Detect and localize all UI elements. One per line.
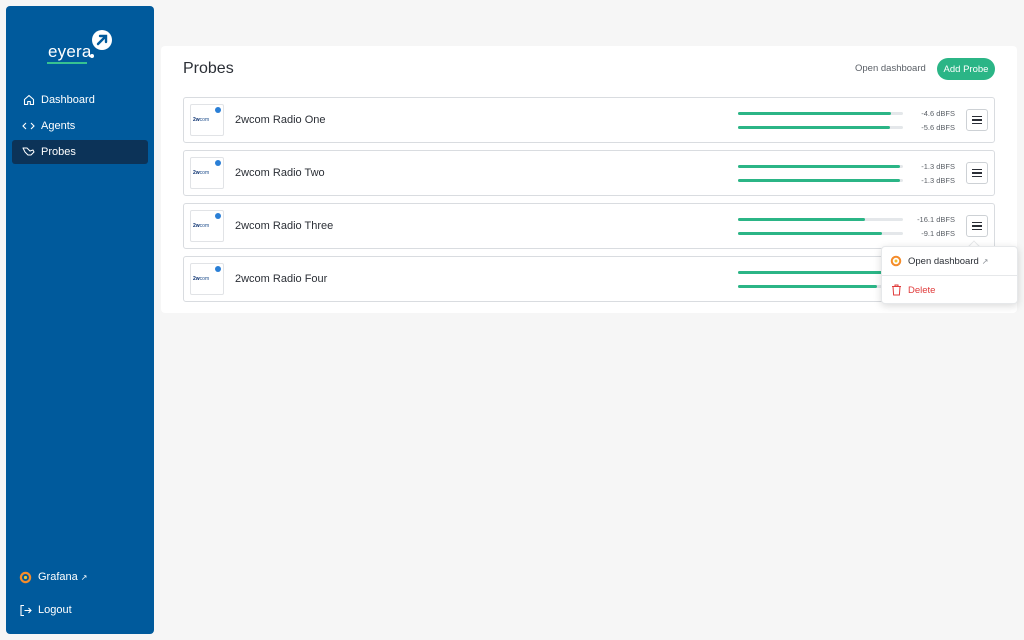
level-meter <box>738 285 903 288</box>
logout-label: Logout <box>38 604 72 616</box>
logo-mark-icon <box>92 30 112 50</box>
trash-icon <box>890 284 902 296</box>
level-meter <box>738 218 903 221</box>
add-probe-button[interactable]: Add Probe <box>937 58 995 80</box>
level-meter-fill <box>738 126 890 129</box>
level-meter-fill <box>738 285 877 288</box>
probe-row[interactable]: 2wcom 2wcom Radio Four <box>183 256 995 302</box>
hamburger-icon <box>972 115 982 118</box>
verified-badge-icon <box>215 213 221 219</box>
sidebar-nav: Dashboard Agents Probes <box>12 88 148 166</box>
row-dropdown-menu: Open dashboard ↗ Delete <box>881 246 1018 304</box>
probe-name: 2wcom Radio Two <box>235 167 325 179</box>
external-link-icon: ↗ <box>80 572 88 582</box>
sidebar-item-label: Agents <box>41 120 76 132</box>
level-meter <box>738 179 903 182</box>
level-meter <box>738 271 903 274</box>
level-meter-fill <box>738 165 900 168</box>
grafana-icon <box>18 570 32 584</box>
level-label: -9.1 dBFS <box>921 229 955 238</box>
sidebar-item-label: Probes <box>41 146 76 158</box>
level-meter <box>738 126 903 129</box>
row-menu-button[interactable] <box>966 215 988 237</box>
dropdown-open-dashboard-label: Open dashboard <box>908 255 979 267</box>
level-label: -1.3 dBFS <box>921 176 955 185</box>
code-icon <box>22 120 35 133</box>
probe-row[interactable]: 2wcom 2wcom Radio Two -1.3 dBFS -1.3 dBF… <box>183 150 995 196</box>
logo[interactable]: eyera <box>6 20 154 68</box>
dropdown-divider <box>882 275 1017 276</box>
level-meter <box>738 112 903 115</box>
thumb-logo-text: 2wcom <box>193 170 210 176</box>
sidebar: eyera Dashboard Agents Probes Grafana ↗ … <box>6 6 154 634</box>
hamburger-icon <box>972 168 982 171</box>
verified-badge-icon <box>215 160 221 166</box>
grafana-label: Grafana <box>38 571 78 583</box>
level-meter-fill <box>738 271 882 274</box>
probe-name: 2wcom Radio One <box>235 114 326 126</box>
level-meter-fill <box>738 218 866 221</box>
level-meter-fill <box>738 232 882 235</box>
page-title: Probes <box>183 60 234 77</box>
level-meter <box>738 232 903 235</box>
probe-thumbnail: 2wcom <box>190 157 224 189</box>
probe-thumbnail: 2wcom <box>190 263 224 295</box>
open-dashboard-link[interactable]: Open dashboard <box>855 63 926 74</box>
row-menu-button[interactable] <box>966 109 988 131</box>
logout-icon <box>18 603 32 617</box>
probe-thumbnail: 2wcom <box>190 104 224 136</box>
level-meter-fill <box>738 112 892 115</box>
dropdown-open-dashboard[interactable]: Open dashboard ↗ <box>890 255 988 267</box>
sidebar-item-dashboard[interactable]: Dashboard <box>12 88 148 112</box>
logo-text: eyera <box>48 42 92 61</box>
probe-name: 2wcom Radio Three <box>235 220 334 232</box>
probe-name: 2wcom Radio Four <box>235 273 328 285</box>
thumb-logo-text: 2wcom <box>193 223 210 229</box>
thumb-logo-text: 2wcom <box>193 276 210 282</box>
dropdown-delete-label: Delete <box>908 284 936 296</box>
dropdown-delete[interactable]: Delete <box>890 284 935 296</box>
level-label: -4.6 dBFS <box>921 109 955 118</box>
sidebar-item-label: Dashboard <box>41 94 95 106</box>
level-label: -1.3 dBFS <box>921 162 955 171</box>
verified-badge-icon <box>215 107 221 113</box>
sidebar-item-probes[interactable]: Probes <box>12 140 148 164</box>
logo-underline <box>47 62 87 64</box>
probe-row[interactable]: 2wcom 2wcom Radio One -4.6 dBFS -5.6 dBF… <box>183 97 995 143</box>
logo-dot <box>90 54 94 58</box>
level-label: -5.6 dBFS <box>921 123 955 132</box>
probe-icon <box>22 146 35 159</box>
probe-thumbnail: 2wcom <box>190 210 224 242</box>
sidebar-item-grafana[interactable]: Grafana ↗ <box>18 570 148 584</box>
sidebar-item-agents[interactable]: Agents <box>12 114 148 138</box>
external-link-icon: ↗ <box>981 256 989 266</box>
row-menu-button[interactable] <box>966 162 988 184</box>
level-meter-fill <box>738 179 900 182</box>
thumb-logo-text: 2wcom <box>193 117 210 123</box>
sidebar-item-logout[interactable]: Logout <box>18 603 148 617</box>
home-icon <box>22 94 35 107</box>
level-meter <box>738 165 903 168</box>
level-label: -16.1 dBFS <box>917 215 955 224</box>
verified-badge-icon <box>215 266 221 272</box>
grafana-icon <box>890 255 902 267</box>
probe-row[interactable]: 2wcom 2wcom Radio Three -16.1 dBFS -9.1 … <box>183 203 995 249</box>
hamburger-icon <box>972 221 982 224</box>
